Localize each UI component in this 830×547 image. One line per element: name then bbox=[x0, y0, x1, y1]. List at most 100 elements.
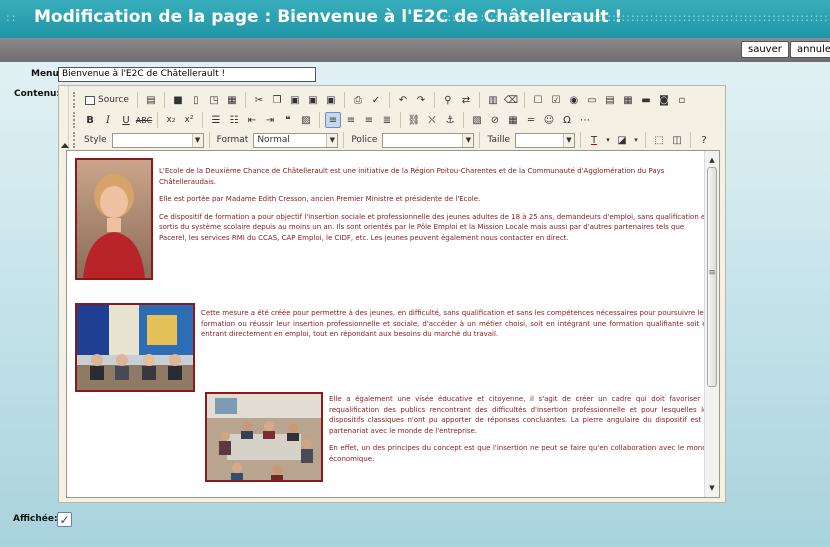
portrait-image bbox=[77, 160, 151, 278]
action-bar: sauver annuler bbox=[0, 38, 830, 62]
table-icon[interactable]: ▦ bbox=[505, 112, 521, 128]
blockquote-icon[interactable]: ❝ bbox=[280, 112, 296, 128]
title-dots-right: ::::::::::::::::::::::::::::::::::::::::… bbox=[438, 11, 830, 24]
paragraph: Cette mesure a été créée pour permettre … bbox=[201, 309, 711, 338]
classroom-image bbox=[207, 394, 321, 480]
page-break-icon[interactable]: ⋯ bbox=[577, 112, 593, 128]
cancel-button[interactable]: annuler bbox=[790, 41, 830, 58]
editor-content-area[interactable]: L'Ecole de la Deuxième Chance de Châtell… bbox=[66, 150, 720, 498]
bold-icon[interactable]: B bbox=[82, 112, 98, 128]
numbered-list-icon[interactable]: ☰ bbox=[208, 112, 224, 128]
paragraph: En effet, un des principes du concept es… bbox=[329, 444, 711, 463]
scroll-down-arrow-icon[interactable]: ▼ bbox=[705, 481, 719, 495]
div-container-icon[interactable]: ▨ bbox=[298, 112, 314, 128]
radio-icon[interactable]: ◉ bbox=[566, 92, 582, 108]
style-select[interactable]: ▼ bbox=[111, 132, 204, 148]
scroll-thumb[interactable] bbox=[707, 167, 717, 387]
preview-icon[interactable]: ◳ bbox=[206, 92, 222, 108]
source-label: Source bbox=[98, 95, 129, 105]
chevron-down-icon: ▼ bbox=[326, 133, 338, 147]
bullet-list-icon[interactable]: ☷ bbox=[226, 112, 242, 128]
chevron-down-icon[interactable]: ▾ bbox=[604, 132, 612, 148]
save-doc-icon[interactable]: ▤ bbox=[143, 92, 159, 108]
smiley-icon[interactable]: ☺ bbox=[541, 112, 557, 128]
size-select[interactable]: ▼ bbox=[515, 132, 575, 148]
horizontal-rule-icon[interactable]: ═ bbox=[523, 112, 539, 128]
toolbar-row-2: B I U ABC x₂ x² ☰ ☷ ⇤ ⇥ ❝ ▨ ≡ ≡ ≡ ≣ ⛓ ⛌ … bbox=[73, 110, 593, 130]
templates-icon[interactable]: ▦ bbox=[224, 92, 240, 108]
image-icon[interactable]: ▧ bbox=[469, 112, 485, 128]
find-icon[interactable]: ⚲ bbox=[440, 92, 456, 108]
underline-icon[interactable]: U bbox=[118, 112, 134, 128]
anchor-icon[interactable]: ⚓ bbox=[442, 112, 458, 128]
help-icon[interactable]: ? bbox=[696, 132, 712, 148]
editor-toolbar: Source ▤ ■ ▯ ◳ ▦ ✂ ❐ ▣ ▣ ▣ ⎙ ✓ ↶ ↷ ⚲ ⇄ ▥… bbox=[59, 86, 725, 150]
style-label: Style bbox=[84, 135, 107, 145]
scroll-up-arrow-icon[interactable]: ▲ bbox=[705, 153, 719, 167]
content-scrollbar[interactable]: ▲ ▼ bbox=[704, 151, 719, 497]
toolbar-collapse-toggle[interactable] bbox=[59, 86, 69, 150]
image-button-icon[interactable]: ◙ bbox=[656, 92, 672, 108]
source-button[interactable]: Source bbox=[82, 92, 132, 108]
unlink-icon[interactable]: ⛌ bbox=[424, 112, 440, 128]
align-center-icon[interactable]: ≡ bbox=[343, 112, 359, 128]
title-dots-left: :: bbox=[6, 11, 18, 24]
maximize-icon[interactable]: ⬚ bbox=[651, 132, 667, 148]
new-page-icon[interactable]: ▯ bbox=[188, 92, 204, 108]
checkmark-icon: ✓ bbox=[59, 512, 70, 527]
remove-format-icon[interactable]: ⌫ bbox=[503, 92, 519, 108]
outdent-icon[interactable]: ⇤ bbox=[244, 112, 260, 128]
content-label: Contenu: bbox=[14, 89, 61, 99]
paragraph: L'Ecole de la Deuxième Chance de Châtell… bbox=[159, 167, 665, 186]
chevron-down-icon[interactable]: ▾ bbox=[632, 132, 640, 148]
spellcheck-icon[interactable]: ✓ bbox=[368, 92, 384, 108]
checkbox-icon[interactable]: ☑ bbox=[548, 92, 564, 108]
subscript-icon[interactable]: x₂ bbox=[163, 112, 179, 128]
paste-word-icon[interactable]: ▣ bbox=[323, 92, 339, 108]
paragraph: Elle a également une visée éducative et … bbox=[329, 395, 711, 435]
button-field-icon[interactable]: ▬ bbox=[638, 92, 654, 108]
save-button[interactable]: sauver bbox=[741, 41, 789, 58]
format-select[interactable]: Normal ▼ bbox=[253, 132, 339, 148]
format-value: Normal bbox=[257, 135, 290, 145]
hidden-field-icon[interactable]: ▫ bbox=[674, 92, 690, 108]
strikethrough-icon[interactable]: ABC bbox=[136, 112, 152, 128]
size-label: Taille bbox=[487, 135, 510, 145]
chevron-down-icon: ▼ bbox=[563, 133, 574, 147]
menu-input[interactable]: Bienvenue à l'E2C de Châtellerault ! bbox=[58, 67, 316, 82]
form-icon[interactable]: ☐ bbox=[530, 92, 546, 108]
text-color-icon[interactable]: T bbox=[586, 132, 602, 148]
cut-icon[interactable]: ✂ bbox=[251, 92, 267, 108]
paste-icon[interactable]: ▣ bbox=[287, 92, 303, 108]
align-justify-icon[interactable]: ≣ bbox=[379, 112, 395, 128]
superscript-icon[interactable]: x² bbox=[181, 112, 197, 128]
link-icon[interactable]: ⛓ bbox=[406, 112, 422, 128]
background-color-icon[interactable]: ◪ bbox=[614, 132, 630, 148]
undo-icon[interactable]: ↶ bbox=[395, 92, 411, 108]
replace-icon[interactable]: ⇄ bbox=[458, 92, 474, 108]
textarea-icon[interactable]: ▤ bbox=[602, 92, 618, 108]
italic-icon[interactable]: I bbox=[100, 112, 116, 128]
save-icon[interactable]: ■ bbox=[170, 92, 186, 108]
align-left-icon[interactable]: ≡ bbox=[325, 112, 341, 128]
font-select[interactable]: ▼ bbox=[382, 132, 475, 148]
show-blocks-icon[interactable]: ◫ bbox=[669, 132, 685, 148]
flash-icon[interactable]: ⊘ bbox=[487, 112, 503, 128]
paragraph-block-2: Cette mesure a été créée pour permettre … bbox=[201, 308, 711, 347]
copy-icon[interactable]: ❐ bbox=[269, 92, 285, 108]
toolbar-grip bbox=[73, 112, 77, 128]
select-all-icon[interactable]: ▥ bbox=[485, 92, 501, 108]
font-label: Police bbox=[351, 135, 378, 145]
indent-icon[interactable]: ⇥ bbox=[262, 112, 278, 128]
paragraph: Elle est portée par Madame Edith Cresson… bbox=[159, 195, 481, 203]
special-char-icon[interactable]: Ω bbox=[559, 112, 575, 128]
format-label: Format bbox=[216, 135, 249, 145]
paste-text-icon[interactable]: ▣ bbox=[305, 92, 321, 108]
textfield-icon[interactable]: ▭ bbox=[584, 92, 600, 108]
print-icon[interactable]: ⎙ bbox=[350, 92, 366, 108]
align-right-icon[interactable]: ≡ bbox=[361, 112, 377, 128]
affichee-checkbox[interactable]: ✓ bbox=[57, 512, 72, 527]
select-field-icon[interactable]: ▦ bbox=[620, 92, 636, 108]
paragraph-block-3: Elle a également une visée éducative et … bbox=[329, 394, 711, 471]
redo-icon[interactable]: ↷ bbox=[413, 92, 429, 108]
